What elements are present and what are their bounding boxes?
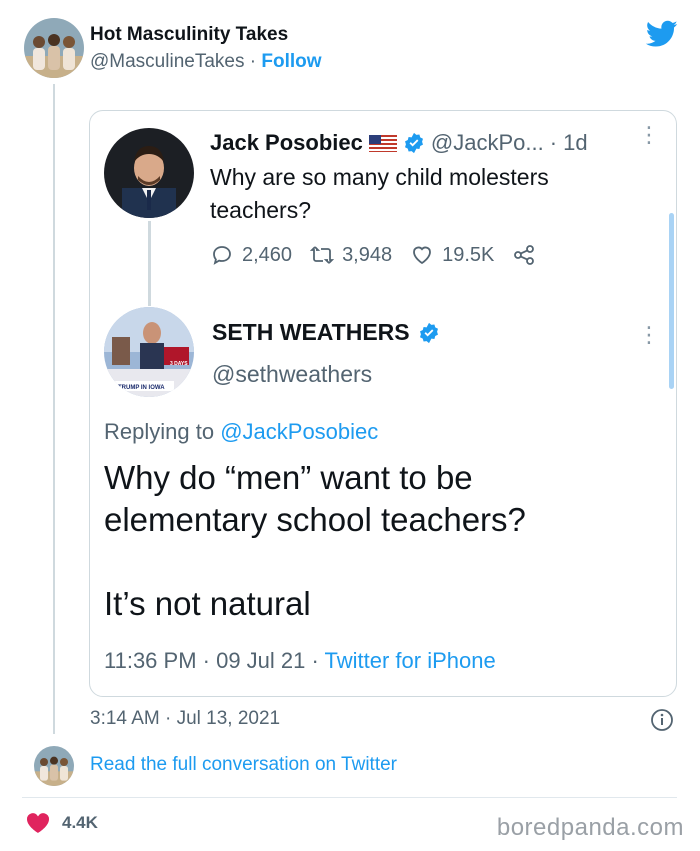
reply-thread-line [148, 221, 151, 306]
outer-like-count: 4.4K [62, 813, 98, 832]
jack-time: · 1d [549, 130, 588, 155]
reply-icon [213, 246, 231, 265]
jack-action-bar: 2,460 3,948 19.5K [210, 243, 536, 267]
jack-header: Jack Posobiec @JackPo... · 1d [210, 130, 588, 156]
separator-dot: · [249, 51, 257, 72]
follow-button[interactable]: Follow [261, 51, 321, 72]
outer-handle-row: @MasculineTakes · Follow [90, 51, 322, 73]
likes-row[interactable]: 4.4K [26, 812, 98, 834]
jack-handle[interactable]: @JackPo... [431, 130, 544, 156]
outer-author-avatar[interactable] [24, 18, 84, 78]
quoted-screenshot-card: Jack Posobiec @JackPo... · 1d ⋮ Why are … [89, 110, 677, 697]
jack-name[interactable]: Jack Posobiec [210, 130, 363, 156]
retweet-count: 3,948 [342, 243, 393, 266]
verified-badge-icon [419, 322, 438, 343]
reply-count: 2,460 [242, 243, 293, 266]
us-flag-icon [368, 134, 397, 152]
retweet-action[interactable]: 3,948 [310, 243, 392, 267]
seth-name[interactable]: SETH WEATHERS [212, 319, 410, 346]
outer-timestamp[interactable]: 3:14 AM · Jul 13, 2021 [90, 708, 280, 730]
heart-outline-icon [413, 246, 432, 265]
scrollbar[interactable] [669, 213, 674, 389]
like-action[interactable]: 19.5K [410, 243, 494, 267]
info-icon[interactable] [650, 708, 674, 732]
replying-prefix: Replying to [104, 419, 215, 444]
replying-to-row: Replying to @JackPosobiec [104, 419, 378, 445]
jack-avatar[interactable] [104, 128, 194, 218]
seth-handle[interactable]: @sethweathers [212, 361, 372, 388]
outer-author-name[interactable]: Hot Masculinity Takes [90, 24, 288, 46]
like-count: 19.5K [442, 243, 495, 266]
jack-tweet-text: Why are so many child molesters teachers… [210, 164, 549, 223]
footer-author-avatar[interactable] [34, 746, 74, 786]
thread-line [53, 84, 55, 734]
more-options-icon[interactable]: ⋮ [638, 322, 660, 348]
seth-tweet-text: Why do “men” want to be elementary schoo… [104, 459, 526, 622]
retweet-icon [310, 246, 335, 264]
read-conversation-link[interactable]: Read the full conversation on Twitter [90, 754, 397, 776]
tweet-source-link[interactable]: Twitter for iPhone [325, 648, 496, 673]
heart-filled-icon[interactable] [26, 812, 50, 834]
seth-timestamp: 11:36 PM · 09 Jul 21 · [104, 648, 319, 673]
share-icon[interactable] [512, 243, 536, 267]
more-options-icon[interactable]: ⋮ [638, 124, 660, 146]
avatar-caption: OF TRUMP IN IOWA [108, 385, 165, 391]
watermark: boredpanda.com [496, 814, 684, 841]
seth-name-row: SETH WEATHERS [212, 319, 440, 346]
twitter-bird-icon[interactable] [646, 20, 678, 48]
outer-author-handle[interactable]: @MasculineTakes [90, 51, 244, 72]
seth-tweet-meta: 11:36 PM · 09 Jul 21 · Twitter for iPhon… [104, 648, 496, 674]
verified-badge-icon [404, 132, 423, 154]
replying-mention-link[interactable]: @JackPosobiec [220, 419, 378, 444]
seth-avatar[interactable]: OF TRUMP IN IOWA 3 DAYS [104, 307, 194, 397]
avatar-badge: 3 DAYS [170, 361, 188, 367]
divider [22, 797, 677, 798]
reply-action[interactable]: 2,460 [210, 243, 292, 267]
